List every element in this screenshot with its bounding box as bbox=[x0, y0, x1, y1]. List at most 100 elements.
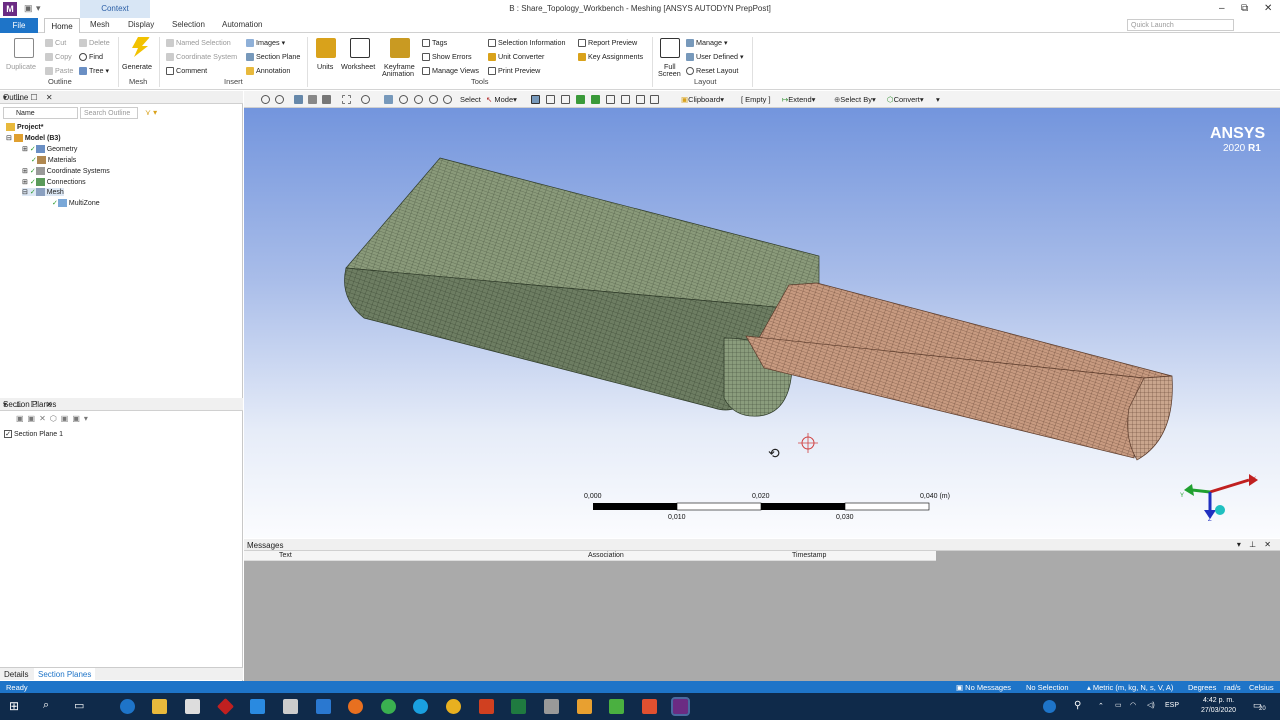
rotate-icon[interactable] bbox=[361, 95, 370, 104]
fit-icon[interactable] bbox=[429, 95, 438, 104]
skype-icon[interactable] bbox=[413, 699, 428, 714]
tab-automation[interactable]: Automation bbox=[222, 20, 262, 29]
clock-date[interactable]: 27/03/2020 bbox=[1201, 707, 1236, 714]
select-face-icon[interactable] bbox=[576, 95, 585, 104]
tree-item-geometry[interactable]: ⊞ ✓ Geometry bbox=[22, 145, 77, 154]
outline-name-filter[interactable]: Name bbox=[3, 107, 78, 119]
shaded-icon[interactable] bbox=[294, 95, 303, 104]
section-plane-button[interactable]: Section Plane bbox=[246, 52, 300, 62]
tree-item-model[interactable]: ⊟ Model (B3) bbox=[6, 134, 61, 143]
worksheet-button[interactable]: Worksheet bbox=[341, 62, 375, 71]
excel-icon[interactable] bbox=[511, 699, 526, 714]
tab-section-planes[interactable]: Section Planes bbox=[34, 668, 96, 680]
duplicate-button[interactable]: Duplicate bbox=[6, 62, 36, 71]
reset-layout-button[interactable]: Reset Layout bbox=[686, 66, 738, 76]
help-icon[interactable] bbox=[1043, 700, 1056, 713]
select-point-icon[interactable] bbox=[531, 95, 540, 104]
tree-item-mesh[interactable]: ⊟ ✓ Mesh bbox=[22, 188, 64, 197]
tree-item-multizone[interactable]: ✓ MultiZone bbox=[52, 199, 100, 208]
manage-views-button[interactable]: Manage Views bbox=[422, 66, 479, 76]
app-red-icon[interactable] bbox=[217, 698, 234, 715]
workbench-icon[interactable] bbox=[544, 699, 559, 714]
dropbox-icon[interactable] bbox=[250, 699, 265, 714]
select-edge-icon[interactable] bbox=[561, 95, 570, 104]
wireframe-icon[interactable] bbox=[308, 95, 317, 104]
mail-icon[interactable] bbox=[316, 699, 331, 714]
minimize-icon[interactable]: – bbox=[1219, 3, 1225, 14]
manage-button[interactable]: Manage ▾ bbox=[686, 38, 728, 48]
annotation-button[interactable]: Annotation bbox=[246, 66, 290, 76]
select-element-icon[interactable] bbox=[621, 95, 630, 104]
selection-information-button[interactable]: Selection Information bbox=[488, 38, 566, 48]
user-icon[interactable]: ⚲ bbox=[1074, 700, 1081, 711]
mode-button[interactable]: ↖ Mode▾ bbox=[486, 95, 517, 104]
select-mesh-icon[interactable] bbox=[650, 95, 659, 104]
show-errors-button[interactable]: Show Errors bbox=[422, 52, 472, 62]
network-icon[interactable]: ▭ bbox=[1115, 701, 1122, 709]
section-plane-toolbar[interactable]: ▣▣✕⬡▣▣▾ bbox=[16, 414, 92, 423]
cut-button[interactable]: Cut bbox=[45, 38, 66, 48]
pan-icon[interactable] bbox=[384, 95, 393, 104]
select-body-icon[interactable] bbox=[591, 95, 600, 104]
app-red2-icon[interactable] bbox=[642, 699, 657, 714]
column-association[interactable]: Association bbox=[588, 552, 624, 559]
delete-button[interactable]: Delete bbox=[79, 38, 110, 48]
tab-mesh[interactable]: Mesh bbox=[90, 20, 110, 29]
generate-button[interactable]: Generate bbox=[122, 62, 152, 71]
convert-button[interactable]: ⬡Convert▾ bbox=[887, 95, 924, 104]
panel-controls[interactable]: ▾ ⊥ ☐ ✕ bbox=[3, 93, 237, 102]
panel-controls[interactable]: ▾ ⊥ ☐ ✕ bbox=[3, 400, 237, 409]
tab-selection[interactable]: Selection bbox=[172, 20, 205, 29]
units-button[interactable]: Units bbox=[317, 62, 333, 71]
app-lightning-icon[interactable] bbox=[283, 699, 298, 714]
close-icon[interactable]: ✕ bbox=[1264, 3, 1272, 14]
clock-time[interactable]: 4:42 p. m. bbox=[1203, 697, 1234, 704]
task-view-icon[interactable]: ▭ bbox=[74, 699, 84, 712]
tab-file[interactable]: File bbox=[0, 18, 38, 33]
language-indicator[interactable]: ESP bbox=[1165, 702, 1179, 709]
filter-icon[interactable]: ⋎ ▾ bbox=[145, 108, 157, 117]
tray-expand-icon[interactable]: ⌃ bbox=[1098, 702, 1104, 710]
tree-item-connections[interactable]: ⊞ ✓ Connections bbox=[22, 178, 86, 187]
tab-home[interactable]: Home bbox=[44, 18, 80, 34]
status-rads[interactable]: rad/s bbox=[1224, 683, 1241, 692]
user-defined-button[interactable]: User Defined ▾ bbox=[686, 52, 744, 62]
find-button[interactable]: Find bbox=[79, 52, 103, 62]
powerpoint-icon[interactable] bbox=[479, 699, 494, 714]
quick-launch-input[interactable]: Quick Launch bbox=[1127, 19, 1234, 31]
checkbox[interactable]: ✓ bbox=[4, 430, 12, 438]
tree-button[interactable]: Tree ▾ bbox=[79, 66, 109, 76]
tree-item-coordinate-systems[interactable]: ⊞ ✓ Coordinate Systems bbox=[22, 167, 110, 176]
status-degrees[interactable]: Degrees bbox=[1188, 683, 1216, 692]
select-by-button[interactable]: ⊕Select By▾ bbox=[834, 95, 876, 104]
tree-item-materials[interactable]: ✓ Materials bbox=[31, 156, 76, 165]
select-button[interactable]: Select bbox=[460, 95, 481, 104]
app-orange-icon[interactable] bbox=[577, 699, 592, 714]
tab-display[interactable]: Display bbox=[128, 20, 154, 29]
named-selection-button[interactable]: Named Selection bbox=[166, 38, 231, 48]
restore-icon[interactable]: ⧉ bbox=[1241, 3, 1248, 14]
volume-icon[interactable]: ◁) bbox=[1147, 701, 1155, 709]
display-icon[interactable] bbox=[322, 95, 331, 104]
select-vertex-icon[interactable] bbox=[546, 95, 555, 104]
tags-button[interactable]: Tags bbox=[422, 38, 447, 48]
status-units[interactable]: ▴ Metric (m, kg, N, s, V, A) bbox=[1087, 683, 1173, 692]
images-button[interactable]: Images ▾ bbox=[246, 38, 285, 48]
upwork-icon[interactable] bbox=[381, 699, 396, 714]
print-preview-button[interactable]: Print Preview bbox=[488, 66, 540, 76]
select-element-face-icon[interactable] bbox=[606, 95, 615, 104]
zoom-icon[interactable] bbox=[399, 95, 408, 104]
column-text[interactable]: Text bbox=[279, 552, 292, 559]
comment-button[interactable]: Comment bbox=[166, 66, 207, 76]
store-icon[interactable] bbox=[185, 699, 200, 714]
firefox-icon[interactable] bbox=[348, 699, 363, 714]
tab-details[interactable]: Details bbox=[4, 670, 28, 679]
coordinate-system-button[interactable]: Coordinate System bbox=[166, 52, 237, 62]
extend-button[interactable]: ↦Extend▾ bbox=[782, 95, 815, 104]
meshing-app-icon[interactable] bbox=[671, 697, 690, 716]
graphics-viewport[interactable]: ⟲ ANSYS 2020 R1 0,000 0,020 0,040 (m) 0,… bbox=[244, 108, 1280, 538]
unit-converter-button[interactable]: Unit Converter bbox=[488, 52, 544, 62]
start-icon[interactable]: ⊞ bbox=[9, 699, 19, 713]
box-zoom-icon[interactable] bbox=[414, 95, 423, 104]
app-green-icon[interactable] bbox=[609, 699, 624, 714]
